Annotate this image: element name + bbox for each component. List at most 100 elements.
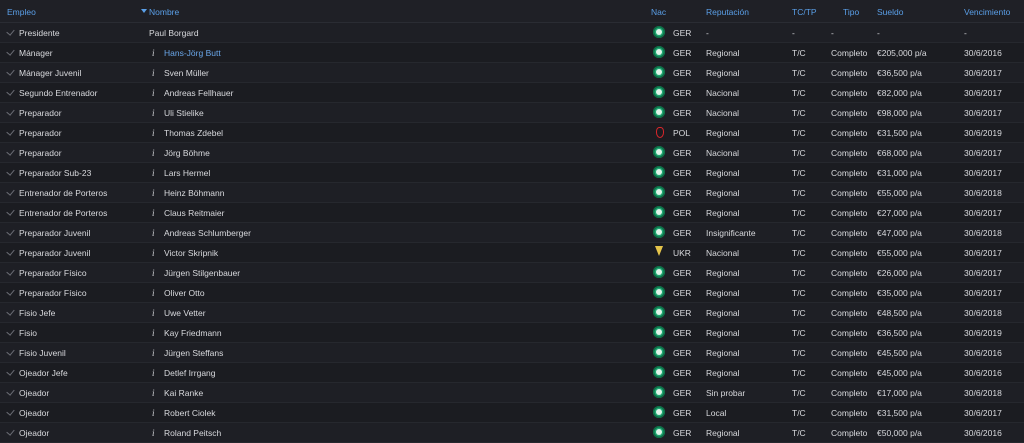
info-icon[interactable]: i xyxy=(152,288,155,298)
table-row[interactable]: Ojeador Jefe i Detlef Irrgang GER Regional T/… xyxy=(0,363,1024,383)
column-header-tipo[interactable]: Tipo xyxy=(843,7,859,17)
cell-nombre[interactable]: Jörg Böhme xyxy=(164,148,210,158)
cell-nombre[interactable]: Thomas Zdebel xyxy=(164,128,223,138)
cell-tipo: Completo xyxy=(831,348,868,358)
cell-nombre[interactable]: Heinz Böhmann xyxy=(164,188,224,198)
cell-nombre[interactable]: Paul Borgard xyxy=(149,28,199,38)
column-header-sueldo[interactable]: Sueldo xyxy=(877,7,903,17)
cell-nac: GER xyxy=(673,288,692,298)
cell-empleo: Preparador Sub-23 xyxy=(19,168,92,178)
table-row[interactable]: Fisio Juvenil i Jürgen Steffans GER Regional… xyxy=(0,343,1024,363)
table-row[interactable]: Preparador i Jörg Böhme GER Nacional T/C Compl… xyxy=(0,143,1024,163)
checkmark-icon xyxy=(6,227,15,236)
cell-nombre[interactable]: Lars Hermel xyxy=(164,168,210,178)
cell-empleo: Ojeador Jefe xyxy=(19,368,68,378)
table-row[interactable]: Fisio i Kay Friedmann GER Regional T/C Complet… xyxy=(0,323,1024,343)
cell-nombre[interactable]: Hans-Jörg Butt xyxy=(164,48,221,58)
info-icon[interactable]: i xyxy=(152,228,155,238)
cell-reputacion: Regional xyxy=(706,188,740,198)
ger-flag-icon xyxy=(653,286,665,298)
info-icon[interactable]: i xyxy=(152,428,155,438)
cell-reputacion: Regional xyxy=(706,348,740,358)
info-icon[interactable]: i xyxy=(152,268,155,278)
cell-tipo: Completo xyxy=(831,288,868,298)
cell-nombre[interactable]: Kai Ranke xyxy=(164,388,203,398)
checkmark-icon xyxy=(6,347,15,356)
cell-nombre[interactable]: Jürgen Stilgenbauer xyxy=(164,268,240,278)
table-row[interactable]: Entrenador de Porteros i Claus Reitmaier GE… xyxy=(0,203,1024,223)
info-icon[interactable]: i xyxy=(152,88,155,98)
cell-nombre[interactable]: Roland Peitsch xyxy=(164,428,221,438)
table-row[interactable]: Ojeador i Roland Peitsch GER Regional T/C Comp… xyxy=(0,423,1024,443)
table-row[interactable]: Preparador Sub-23 i Lars Hermel GER Regional… xyxy=(0,163,1024,183)
ger-flag-icon xyxy=(653,146,665,158)
column-header-vencimiento[interactable]: Vencimiento xyxy=(964,7,1010,17)
column-header-nombre[interactable]: Nombre xyxy=(149,7,179,17)
info-icon[interactable]: i xyxy=(152,168,155,178)
table-row[interactable]: Mánager i Hans-Jörg Butt GER Regional T/C Comp… xyxy=(0,43,1024,63)
cell-nombre[interactable]: Victor Skripnik xyxy=(164,248,218,258)
column-header-nac[interactable]: Nac xyxy=(651,7,666,17)
ger-flag-icon xyxy=(653,46,665,58)
cell-nombre[interactable]: Andreas Schlumberger xyxy=(164,228,251,238)
cell-tipo: Completo xyxy=(831,208,868,218)
info-icon[interactable]: i xyxy=(152,328,155,338)
info-icon[interactable]: i xyxy=(152,108,155,118)
info-icon[interactable]: i xyxy=(152,68,155,78)
ukr-flag-icon xyxy=(655,246,664,258)
cell-nombre[interactable]: Robert Ciolek xyxy=(164,408,216,418)
table-row[interactable]: Preparador Juvenil i Victor Skripnik UKR Nac… xyxy=(0,243,1024,263)
cell-empleo: Preparador Juvenil xyxy=(19,228,91,238)
column-header-reputacion[interactable]: Reputación xyxy=(706,7,749,17)
cell-tipo: Completo xyxy=(831,148,868,158)
table-row[interactable]: Preparador Físico i Jürgen Stilgenbauer GER… xyxy=(0,263,1024,283)
cell-nombre[interactable]: Uwe Vetter xyxy=(164,308,206,318)
info-icon[interactable]: i xyxy=(152,308,155,318)
cell-empleo: Fisio Juvenil xyxy=(19,348,66,358)
info-icon[interactable]: i xyxy=(152,128,155,138)
cell-empleo: Presidente xyxy=(19,28,60,38)
cell-nombre[interactable]: Sven Müller xyxy=(164,68,209,78)
table-row[interactable]: Preparador i Uli Stielike GER Nacional T/C Com… xyxy=(0,103,1024,123)
cell-sueldo: €55,000 p/a xyxy=(877,188,922,198)
table-row[interactable]: Preparador i Thomas Zdebel POL Regional T/C Co… xyxy=(0,123,1024,143)
table-row[interactable]: Entrenador de Porteros i Heinz Böhmann GER R… xyxy=(0,183,1024,203)
cell-nombre[interactable]: Kay Friedmann xyxy=(164,328,222,338)
cell-tctp: - xyxy=(792,28,795,38)
checkmark-icon xyxy=(6,27,15,36)
cell-nombre[interactable]: Uli Stielike xyxy=(164,108,204,118)
ger-flag-icon xyxy=(653,106,665,118)
info-icon[interactable]: i xyxy=(152,368,155,378)
info-icon[interactable]: i xyxy=(152,188,155,198)
table-row[interactable]: Preparador Juvenil i Andreas Schlumberger G… xyxy=(0,223,1024,243)
table-row[interactable]: Ojeador i Kai Ranke GER Sin probar T/C Complet… xyxy=(0,383,1024,403)
info-icon[interactable]: i xyxy=(152,388,155,398)
cell-empleo: Preparador xyxy=(19,108,62,118)
table-row[interactable]: Fisio Jefe i Uwe Vetter GER Regional T/C Compl… xyxy=(0,303,1024,323)
column-header-empleo[interactable]: Empleo xyxy=(7,7,36,17)
table-row[interactable]: Presidente Paul Borgard GER - - - - - xyxy=(0,23,1024,43)
table-row[interactable]: Segundo Entrenador i Andreas Fellhauer GER N… xyxy=(0,83,1024,103)
info-icon[interactable]: i xyxy=(152,48,155,58)
table-row[interactable]: Preparador Físico i Oliver Otto GER Regional… xyxy=(0,283,1024,303)
table-row[interactable]: Mánager Juvenil i Sven Müller GER Regional T/… xyxy=(0,63,1024,83)
info-icon[interactable]: i xyxy=(152,208,155,218)
column-header-tctp[interactable]: TC/TP xyxy=(792,7,817,17)
cell-nac: GER xyxy=(673,428,692,438)
cell-nombre[interactable]: Detlef Irrgang xyxy=(164,368,216,378)
cell-empleo: Preparador Físico xyxy=(19,268,87,278)
cell-empleo: Fisio Jefe xyxy=(19,308,56,318)
cell-nombre[interactable]: Jürgen Steffans xyxy=(164,348,223,358)
cell-vencimiento: 30/6/2017 xyxy=(964,148,1002,158)
cell-nombre[interactable]: Oliver Otto xyxy=(164,288,205,298)
info-icon[interactable]: i xyxy=(152,408,155,418)
info-icon[interactable]: i xyxy=(152,148,155,158)
info-icon[interactable]: i xyxy=(152,348,155,358)
staff-table: Empleo Nombre Nac Reputación TC/TP Tipo … xyxy=(0,0,1024,443)
cell-nombre[interactable]: Claus Reitmaier xyxy=(164,208,224,218)
cell-nac: GER xyxy=(673,88,692,98)
checkmark-icon xyxy=(6,307,15,316)
info-icon[interactable]: i xyxy=(152,248,155,258)
table-row[interactable]: Ojeador i Robert Ciolek GER Local T/C Completo… xyxy=(0,403,1024,423)
cell-nombre[interactable]: Andreas Fellhauer xyxy=(164,88,233,98)
